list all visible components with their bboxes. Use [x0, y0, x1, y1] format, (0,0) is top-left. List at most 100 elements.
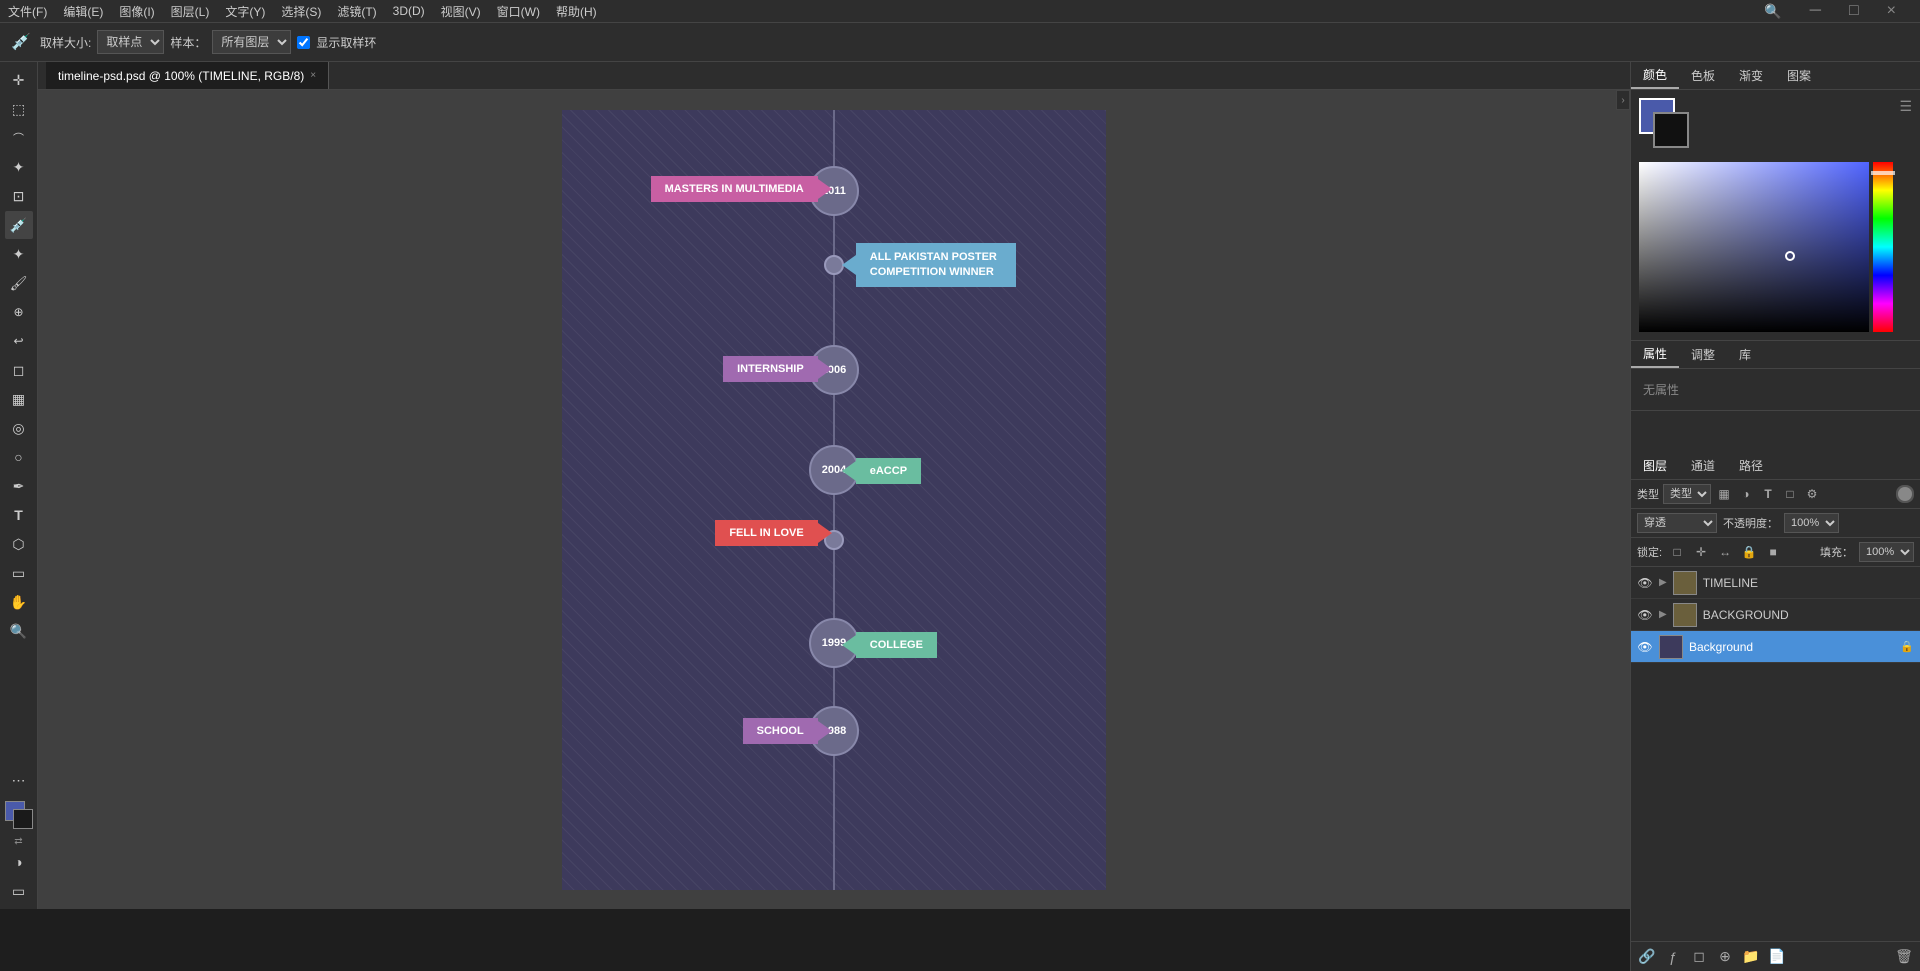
lock-all[interactable]: ■ [1764, 543, 1782, 561]
new-layer-btn[interactable]: 📄 [1767, 947, 1787, 967]
window-close-btn[interactable]: × [1887, 2, 1896, 20]
dodge-tool[interactable]: ○ [5, 443, 33, 471]
panel-collapse-btn[interactable]: › [1616, 90, 1630, 110]
tab-swatches[interactable]: 色板 [1679, 62, 1727, 89]
crop-tool[interactable]: ⊡ [5, 182, 33, 210]
shape-tool[interactable]: ▭ [5, 559, 33, 587]
tab-gradient[interactable]: 渐变 [1727, 62, 1775, 89]
add-mask-btn[interactable]: ◻ [1689, 947, 1709, 967]
filter-icon-shape[interactable]: □ [1781, 485, 1799, 503]
tab-paths[interactable]: 路径 [1727, 452, 1775, 479]
blend-mode-select[interactable]: 穿透 [1637, 513, 1717, 533]
filter-toggle[interactable] [1896, 485, 1914, 503]
move-tool[interactable]: ✛ [5, 66, 33, 94]
layer-vis-icon[interactable]: 👁 [1637, 575, 1653, 591]
tab-close-btn[interactable]: × [310, 70, 316, 81]
tab-title: timeline-psd.psd @ 100% (TIMELINE, RGB/8… [58, 69, 304, 83]
menu-filter[interactable]: 滤镜(T) [337, 3, 376, 20]
text-tool[interactable]: T [5, 501, 33, 529]
gradient-tool[interactable]: ▦ [5, 385, 33, 413]
clone-tool[interactable]: ⊕ [5, 298, 33, 326]
lock-transparent[interactable]: □ [1668, 543, 1686, 561]
lock-position[interactable]: ↔ [1716, 543, 1734, 561]
filter-type-select[interactable]: 类型 [1663, 484, 1711, 504]
menu-select[interactable]: 选择(S) [281, 3, 321, 20]
window-minimize-btn[interactable]: ─ [1810, 2, 1821, 20]
lasso-tool[interactable]: ⌒ [5, 124, 33, 152]
filter-icon-adjust[interactable]: ◑ [1737, 485, 1755, 503]
label-school: SCHOOL [743, 718, 818, 744]
window-maximize-btn[interactable]: □ [1849, 2, 1859, 20]
tab-properties[interactable]: 属性 [1631, 341, 1679, 368]
show-ring-checkbox[interactable] [297, 36, 310, 49]
eyedropper-size-select[interactable]: 取样点 [97, 30, 164, 54]
menu-edit[interactable]: 编辑(E) [63, 3, 103, 20]
add-style-btn[interactable]: ƒ [1663, 947, 1683, 967]
zoom-tool[interactable]: 🔍 [5, 617, 33, 645]
filter-icon-smart[interactable]: ⚙ [1803, 485, 1821, 503]
menu-help[interactable]: 帮助(H) [556, 3, 597, 20]
quick-mask-btn[interactable]: ◑ [5, 848, 33, 876]
document-tab[interactable]: timeline-psd.psd @ 100% (TIMELINE, RGB/8… [46, 62, 329, 89]
link-layers-btn[interactable]: 🔗 [1637, 947, 1657, 967]
pen-tool[interactable]: ✒ [5, 472, 33, 500]
lock-image[interactable]: ✛ [1692, 543, 1710, 561]
canvas-area: 2011 MASTERS IN MULTIMEDIA ALL PAKISTAN … [38, 90, 1630, 909]
new-fill-adj-btn[interactable]: ⊕ [1715, 947, 1735, 967]
tab-pattern[interactable]: 图案 [1775, 62, 1823, 89]
menu-view[interactable]: 视图(V) [441, 3, 481, 20]
lock-artboard[interactable]: 🔒 [1740, 543, 1758, 561]
menu-file[interactable]: 文件(F) [8, 3, 47, 20]
tab-channels[interactable]: 通道 [1679, 452, 1727, 479]
layer-expand-icon[interactable]: ▶ [1659, 577, 1667, 588]
document-canvas[interactable]: 2011 MASTERS IN MULTIMEDIA ALL PAKISTAN … [562, 110, 1106, 890]
menu-3d[interactable]: 3D(D) [393, 4, 425, 18]
transform-colors-btn[interactable]: ⇄ [14, 836, 22, 847]
layer-vis-icon-2[interactable]: 👁 [1637, 607, 1653, 623]
brush-tool[interactable]: 🖌 [5, 269, 33, 297]
tab-adjustments[interactable]: 调整 [1679, 341, 1727, 368]
extra-tools-btn[interactable]: ⋯ [5, 766, 33, 794]
menu-layer[interactable]: 图层(L) [171, 3, 210, 20]
filter-icon-text[interactable]: T [1759, 485, 1777, 503]
opacity-select[interactable]: 100% [1784, 513, 1839, 533]
healing-tool[interactable]: ✦ [5, 240, 33, 268]
menu-text[interactable]: 文字(Y) [225, 3, 265, 20]
path-select-tool[interactable]: ⬡ [5, 530, 33, 558]
layer-background-group[interactable]: 👁 ▶ BACKGROUND [1631, 599, 1920, 631]
menu-window[interactable]: 窗口(W) [497, 3, 540, 20]
quick-select-tool[interactable]: ✦ [5, 153, 33, 181]
new-group-btn[interactable]: 📁 [1741, 947, 1761, 967]
filter-icon-pixel[interactable]: ▦ [1715, 485, 1733, 503]
eyedropper-tool[interactable]: 💉 [5, 211, 33, 239]
hand-tool[interactable]: ✋ [5, 588, 33, 616]
layer-timeline[interactable]: 👁 ▶ TIMELINE [1631, 567, 1920, 599]
color-cursor [1785, 251, 1795, 261]
layer-vis-icon-3[interactable]: 👁 [1637, 639, 1653, 655]
layer-expand-icon-2[interactable]: ▶ [1659, 609, 1667, 620]
color-gradient-main[interactable] [1639, 162, 1869, 332]
layers-filter-row: 类型 类型 ▦ ◑ T □ ⚙ [1631, 480, 1920, 509]
fill-select[interactable]: 100% [1859, 542, 1914, 562]
selection-tool[interactable]: ⬚ [5, 95, 33, 123]
eyedropper-tool-icon[interactable]: 💉 [8, 29, 34, 55]
tab-color[interactable]: 颜色 [1631, 62, 1679, 89]
hue-indicator [1871, 171, 1895, 175]
screen-mode-btn[interactable]: ▭ [5, 877, 33, 905]
label-love: FELL IN LOVE [715, 520, 817, 546]
eraser-tool[interactable]: ◻ [5, 356, 33, 384]
blur-tool[interactable]: ◎ [5, 414, 33, 442]
color-options-btn[interactable]: ☰ [1899, 98, 1912, 115]
layer-background[interactable]: 👁 Background 🔒 [1631, 631, 1920, 663]
hue-slider[interactable] [1873, 162, 1893, 332]
tab-layers[interactable]: 图层 [1631, 452, 1679, 479]
tab-library[interactable]: 库 [1727, 341, 1763, 368]
layers-actions-bar: 🔗 ƒ ◻ ⊕ 📁 📄 🗑 [1631, 941, 1920, 971]
menu-image[interactable]: 图像(I) [119, 3, 154, 20]
delete-layer-btn[interactable]: 🗑 [1894, 947, 1914, 967]
search-icon[interactable]: 🔍 [1764, 3, 1781, 20]
sample-select[interactable]: 所有图层 [212, 30, 291, 54]
history-brush-tool[interactable]: ↩ [5, 327, 33, 355]
background-color-swatch[interactable] [13, 809, 33, 829]
background-color-big[interactable] [1653, 112, 1689, 148]
